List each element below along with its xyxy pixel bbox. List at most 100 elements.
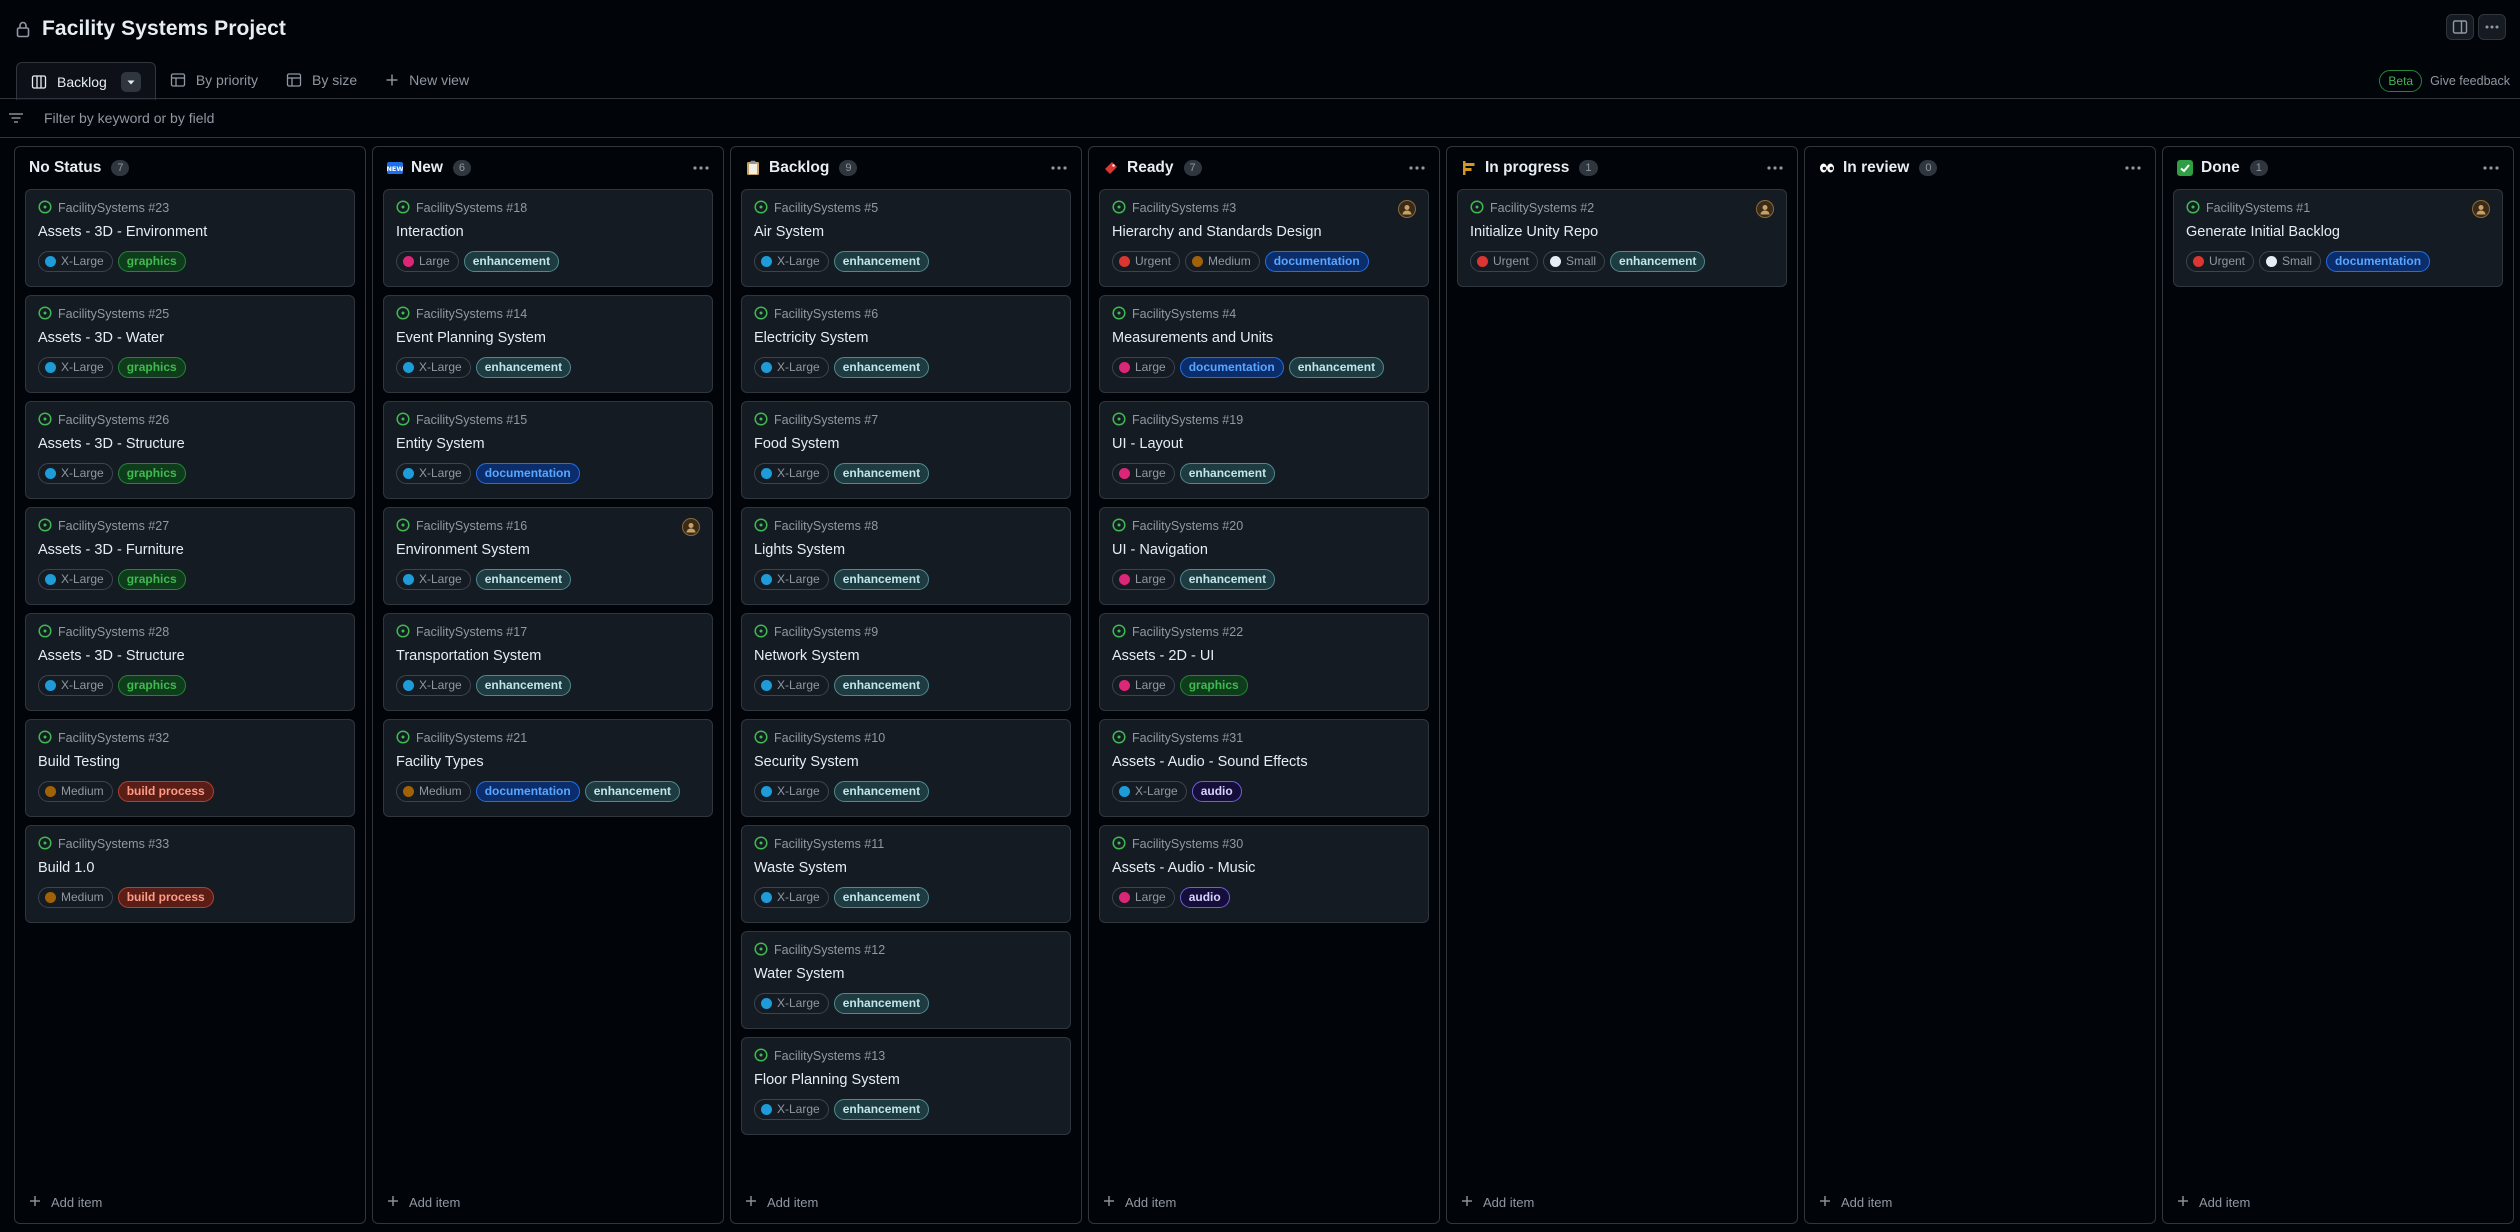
card-ref-text[interactable]: FacilitySystems #11 bbox=[774, 837, 884, 851]
label-documentation[interactable]: documentation bbox=[475, 780, 580, 802]
card-ref-text[interactable]: FacilitySystems #18 bbox=[416, 201, 527, 215]
assignee-avatar[interactable] bbox=[1398, 200, 1416, 218]
tab-backlog[interactable]: Backlog bbox=[16, 62, 156, 100]
label-documentation[interactable]: documentation bbox=[2326, 250, 2431, 272]
card-ref-text[interactable]: FacilitySystems #19 bbox=[1132, 413, 1243, 427]
card-ref-text[interactable]: FacilitySystems #31 bbox=[1132, 731, 1243, 745]
card-ref-text[interactable]: FacilitySystems #20 bbox=[1132, 519, 1243, 533]
add-item-button[interactable]: Add item bbox=[23, 1191, 108, 1213]
card-ref-text[interactable]: FacilitySystems #3 bbox=[1132, 201, 1236, 215]
label-graphics[interactable]: graphics bbox=[1179, 674, 1248, 696]
label-graphics[interactable]: graphics bbox=[117, 568, 186, 590]
column-menu-button[interactable] bbox=[1765, 160, 1785, 176]
label-graphics[interactable]: graphics bbox=[117, 462, 186, 484]
label-audio[interactable]: audio bbox=[1191, 780, 1242, 802]
issue-card[interactable]: FacilitySystems #5 Air System X-Large enhan… bbox=[741, 189, 1071, 287]
card-ref-text[interactable]: FacilitySystems #30 bbox=[1132, 837, 1243, 851]
label-graphics[interactable]: graphics bbox=[117, 674, 186, 696]
issue-card[interactable]: FacilitySystems #7 Food System X-Large enha… bbox=[741, 401, 1071, 499]
issue-card[interactable]: FacilitySystems #1 Generate Initial Backl… bbox=[2173, 189, 2503, 287]
label-enhancement[interactable]: enhancement bbox=[463, 250, 560, 272]
issue-card[interactable]: FacilitySystems #33 Build 1.0 Medium build … bbox=[25, 825, 355, 923]
label-enhancement[interactable]: enhancement bbox=[475, 674, 572, 696]
label-enhancement[interactable]: enhancement bbox=[1610, 250, 1706, 272]
more-options-button[interactable] bbox=[2478, 14, 2506, 40]
column-menu-button[interactable] bbox=[691, 160, 711, 176]
card-ref-text[interactable]: FacilitySystems #4 bbox=[1132, 307, 1236, 321]
card-ref-text[interactable]: FacilitySystems #33 bbox=[58, 837, 169, 851]
label-enhancement[interactable]: enhancement bbox=[833, 886, 930, 908]
issue-card[interactable]: FacilitySystems #31 Assets - Audio - Soun… bbox=[1099, 719, 1429, 817]
card-ref-text[interactable]: FacilitySystems #27 bbox=[58, 519, 169, 533]
issue-card[interactable]: FacilitySystems #30 Assets - Audio - Musi… bbox=[1099, 825, 1429, 923]
label-documentation[interactable]: documentation bbox=[475, 462, 580, 484]
issue-card[interactable]: FacilitySystems #3 Hierarchy and Standard… bbox=[1099, 189, 1429, 287]
issue-card[interactable]: FacilitySystems #11 Waste System X-Large en… bbox=[741, 825, 1071, 923]
card-ref-text[interactable]: FacilitySystems #26 bbox=[58, 413, 169, 427]
card-ref-text[interactable]: FacilitySystems #5 bbox=[774, 201, 878, 215]
label-enhancement[interactable]: enhancement bbox=[833, 674, 930, 696]
issue-card[interactable]: FacilitySystems #2 Initialize Unity Repo U… bbox=[1457, 189, 1787, 287]
issue-card[interactable]: FacilitySystems #6 Electricity System X-La… bbox=[741, 295, 1071, 393]
issue-card[interactable]: FacilitySystems #26 Assets - 3D - Structu… bbox=[25, 401, 355, 499]
column-menu-button[interactable] bbox=[2481, 160, 2501, 176]
card-ref-text[interactable]: FacilitySystems #23 bbox=[58, 201, 169, 215]
issue-card[interactable]: FacilitySystems #22 Assets - 2D - UI Large… bbox=[1099, 613, 1429, 711]
label-graphics[interactable]: graphics bbox=[117, 250, 186, 272]
issue-card[interactable]: FacilitySystems #17 Transportation System… bbox=[383, 613, 713, 711]
label-enhancement[interactable]: enhancement bbox=[833, 568, 930, 590]
issue-card[interactable]: FacilitySystems #28 Assets - 3D - Structu… bbox=[25, 613, 355, 711]
issue-card[interactable]: FacilitySystems #25 Assets - 3D - Water X-… bbox=[25, 295, 355, 393]
card-ref-text[interactable]: FacilitySystems #28 bbox=[58, 625, 169, 639]
label-enhancement[interactable]: enhancement bbox=[833, 250, 930, 272]
card-ref-text[interactable]: FacilitySystems #22 bbox=[1132, 625, 1243, 639]
card-ref-text[interactable]: FacilitySystems #25 bbox=[58, 307, 169, 321]
tab-by-size[interactable]: By size bbox=[272, 62, 371, 98]
label-enhancement[interactable]: enhancement bbox=[833, 992, 930, 1014]
issue-card[interactable]: FacilitySystems #10 Security System X-Larg… bbox=[741, 719, 1071, 817]
card-ref-text[interactable]: FacilitySystems #6 bbox=[774, 307, 878, 321]
card-ref-text[interactable]: FacilitySystems #16 bbox=[416, 519, 527, 533]
issue-card[interactable]: FacilitySystems #32 Build Testing Medium bu… bbox=[25, 719, 355, 817]
issue-card[interactable]: FacilitySystems #15 Entity System X-Large d… bbox=[383, 401, 713, 499]
card-ref-text[interactable]: FacilitySystems #12 bbox=[774, 943, 885, 957]
add-item-button[interactable]: Add item bbox=[2171, 1191, 2256, 1213]
label-graphics[interactable]: graphics bbox=[117, 356, 186, 378]
card-ref-text[interactable]: FacilitySystems #13 bbox=[774, 1049, 885, 1063]
label-enhancement[interactable]: enhancement bbox=[1288, 356, 1385, 378]
issue-card[interactable]: FacilitySystems #16 Environment System X-L… bbox=[383, 507, 713, 605]
issue-card[interactable]: FacilitySystems #18 Interaction Large enhan… bbox=[383, 189, 713, 287]
issue-card[interactable]: FacilitySystems #8 Lights System X-Large en… bbox=[741, 507, 1071, 605]
add-item-button[interactable]: Add item bbox=[739, 1191, 824, 1213]
label-enhancement[interactable]: enhancement bbox=[833, 1098, 930, 1120]
assignee-avatar[interactable] bbox=[682, 518, 700, 536]
layout-toggle-button[interactable] bbox=[2446, 14, 2474, 40]
assignee-avatar[interactable] bbox=[2472, 200, 2490, 218]
issue-card[interactable]: FacilitySystems #20 UI - Navigation Large e… bbox=[1099, 507, 1429, 605]
issue-card[interactable]: FacilitySystems #4 Measurements and Units… bbox=[1099, 295, 1429, 393]
tab-by-priority[interactable]: By priority bbox=[156, 62, 272, 98]
label-enhancement[interactable]: enhancement bbox=[1179, 568, 1276, 590]
label-enhancement[interactable]: enhancement bbox=[584, 780, 681, 802]
add-item-button[interactable]: Add item bbox=[381, 1191, 466, 1213]
label-enhancement[interactable]: enhancement bbox=[833, 462, 930, 484]
issue-card[interactable]: FacilitySystems #13 Floor Planning System… bbox=[741, 1037, 1071, 1135]
issue-card[interactable]: FacilitySystems #14 Event Planning System… bbox=[383, 295, 713, 393]
label-enhancement[interactable]: enhancement bbox=[475, 568, 572, 590]
issue-card[interactable]: FacilitySystems #21 Facility Types Medium d… bbox=[383, 719, 713, 817]
card-ref-text[interactable]: FacilitySystems #1 bbox=[2206, 201, 2310, 215]
label-enhancement[interactable]: enhancement bbox=[833, 780, 930, 802]
label-enhancement[interactable]: enhancement bbox=[833, 356, 930, 378]
label-documentation[interactable]: documentation bbox=[1264, 250, 1369, 272]
issue-card[interactable]: FacilitySystems #19 UI - Layout Large enhan… bbox=[1099, 401, 1429, 499]
label-build[interactable]: build process bbox=[117, 780, 214, 802]
add-item-button[interactable]: Add item bbox=[1455, 1191, 1540, 1213]
assignee-avatar[interactable] bbox=[1756, 200, 1774, 218]
card-ref-text[interactable]: FacilitySystems #21 bbox=[416, 731, 527, 745]
give-feedback-link[interactable]: Give feedback bbox=[2430, 74, 2510, 88]
card-ref-text[interactable]: FacilitySystems #17 bbox=[416, 625, 527, 639]
label-audio[interactable]: audio bbox=[1179, 886, 1230, 908]
card-ref-text[interactable]: FacilitySystems #2 bbox=[1490, 201, 1594, 215]
label-enhancement[interactable]: enhancement bbox=[1179, 462, 1276, 484]
card-ref-text[interactable]: FacilitySystems #8 bbox=[774, 519, 878, 533]
